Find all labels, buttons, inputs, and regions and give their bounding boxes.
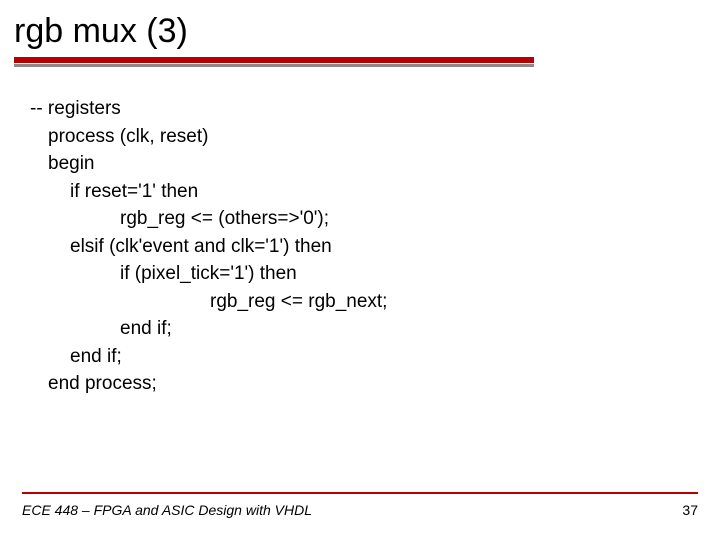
footer-rule [22, 492, 698, 494]
code-block: -- registers process (clk, reset) begin … [30, 95, 720, 398]
code-line: elsif (clk'event and clk='1') then [30, 233, 720, 261]
page-number: 37 [682, 502, 698, 518]
slide: rgb mux (3) -- registers process (clk, r… [0, 0, 720, 540]
code-line: if (pixel_tick='1') then [30, 260, 720, 288]
code-line: if reset='1' then [30, 178, 720, 206]
code-line: end process; [30, 370, 720, 398]
code-line: rgb_reg <= (others=>'0'); [30, 205, 720, 233]
code-line: process (clk, reset) [30, 123, 720, 151]
code-line: -- registers [30, 95, 720, 123]
title-rule-shadow [14, 64, 534, 67]
title-rule-red [14, 57, 534, 63]
code-line: rgb_reg <= rgb_next; [30, 288, 720, 316]
footer-text: ECE 448 – FPGA and ASIC Design with VHDL [22, 502, 312, 518]
slide-title: rgb mux (3) [0, 0, 720, 57]
title-rule [14, 57, 534, 67]
code-line: begin [30, 150, 720, 178]
code-line: end if; [30, 315, 720, 343]
code-line: end if; [30, 343, 720, 371]
